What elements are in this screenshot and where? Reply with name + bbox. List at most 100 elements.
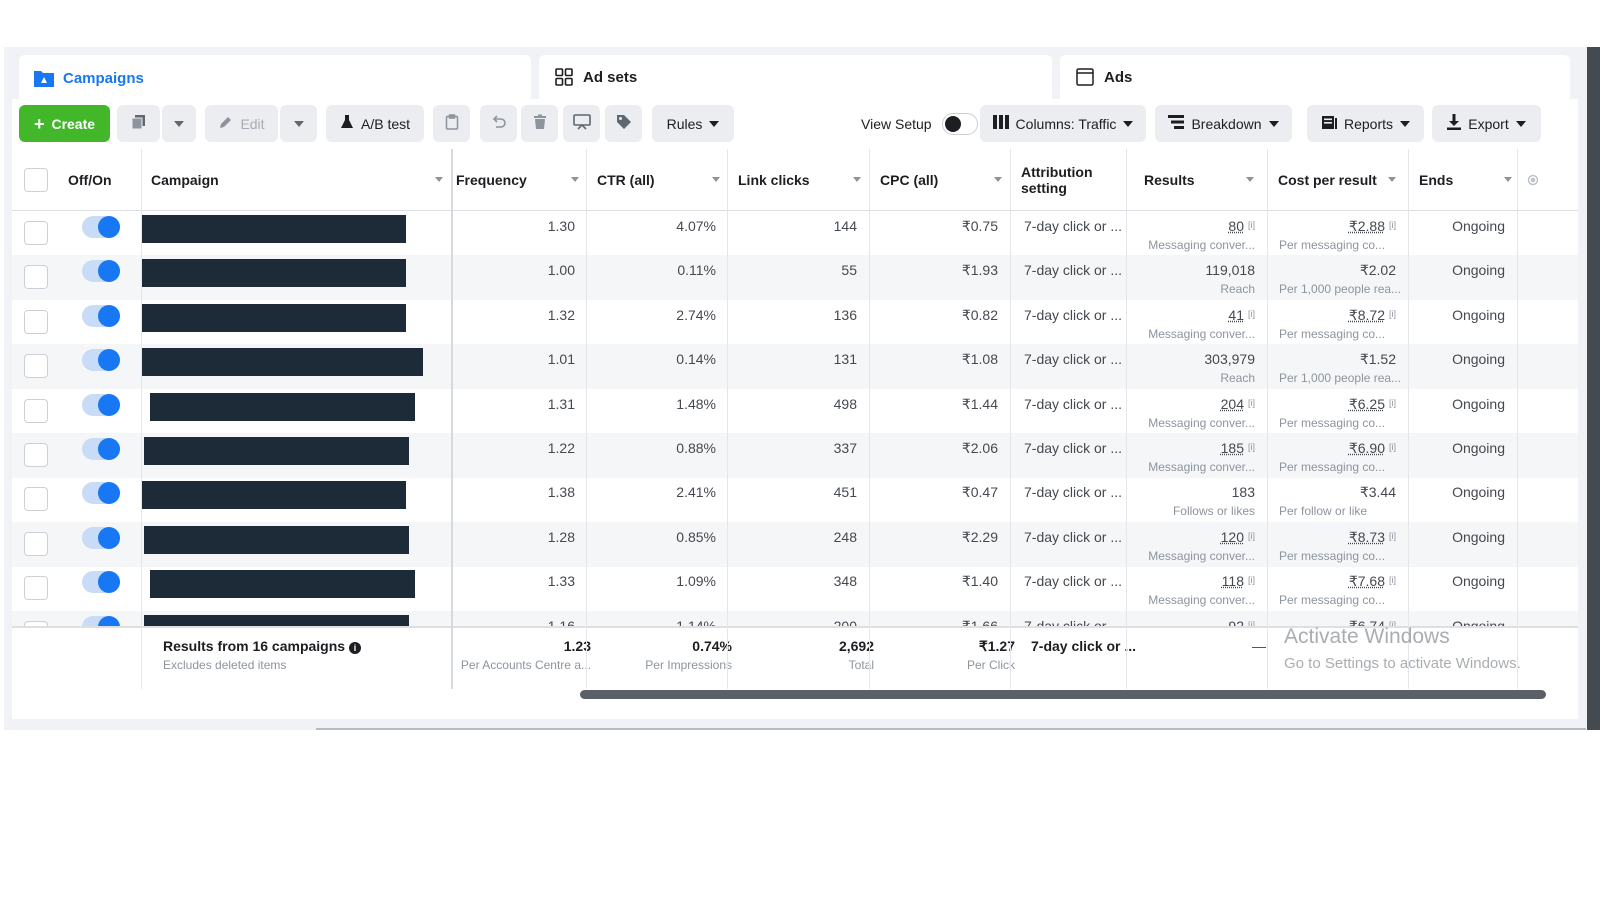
- row-checkbox[interactable]: [24, 309, 48, 334]
- edit-button[interactable]: Edit: [205, 105, 278, 142]
- info-icon[interactable]: [i]: [1248, 309, 1255, 319]
- cost-value-wrap: ₹7.68 [i]: [1349, 573, 1396, 590]
- delete-button[interactable]: [521, 105, 558, 142]
- header-link-clicks[interactable]: Link clicks: [738, 149, 869, 211]
- table-row[interactable]: 1.30 4.07% 144 ₹0.75 7-day click or ... 80 [i]…: [12, 211, 1578, 256]
- row-checkbox[interactable]: [24, 265, 48, 290]
- table-row[interactable]: 1.32 2.74% 136 ₹0.82 7-day click or ... 41 [i]…: [12, 300, 1578, 345]
- table-row[interactable]: 1.28 0.85% 248 ₹2.29 7-day click or ... 120 [i…: [12, 521, 1578, 567]
- select-all-checkbox[interactable]: [24, 168, 48, 192]
- redacted-campaign-name: [141, 481, 406, 510]
- footer-label: Results from 16 campaigns i: [163, 638, 362, 654]
- header-cpc[interactable]: CPC (all): [880, 149, 1010, 211]
- row-checkbox[interactable]: [24, 354, 48, 379]
- columns-button[interactable]: Columns: Traffic: [980, 105, 1146, 142]
- info-icon[interactable]: [i]: [1389, 309, 1396, 319]
- info-icon[interactable]: i: [349, 642, 362, 654]
- reports-button[interactable]: Reports: [1307, 105, 1424, 142]
- rules-button[interactable]: Rules: [652, 105, 734, 142]
- row-checkbox[interactable]: [24, 398, 48, 423]
- header-ends[interactable]: Ends: [1419, 149, 1520, 211]
- tab-ad-sets[interactable]: Ad sets: [539, 55, 1052, 99]
- row-checkbox[interactable]: [24, 531, 48, 556]
- cell-cpc: ₹1.44: [880, 389, 1010, 434]
- results-value-wrap: 80 [i]: [1228, 218, 1255, 234]
- info-icon[interactable]: [i]: [1248, 398, 1255, 408]
- export-button[interactable]: Export: [1432, 105, 1541, 142]
- pencil-icon: [218, 115, 233, 133]
- redacted-campaign-name: [141, 348, 423, 377]
- campaign-toggle[interactable]: [82, 438, 120, 460]
- tag-button[interactable]: [605, 105, 642, 142]
- frequency-value: 1.22: [547, 440, 575, 456]
- cell-attribution: 7-day click or ...: [1012, 522, 1126, 567]
- duplicate-button[interactable]: [117, 105, 160, 142]
- create-button[interactable]: + Create: [19, 105, 110, 142]
- campaign-toggle[interactable]: [82, 304, 120, 327]
- tab-campaigns[interactable]: Campaigns: [19, 55, 531, 101]
- ab-test-button[interactable]: A/B test: [326, 105, 424, 142]
- info-icon[interactable]: [i]: [1389, 220, 1396, 230]
- undo-button[interactable]: [480, 105, 517, 142]
- campaign-toggle[interactable]: [82, 260, 120, 283]
- window-edge: [1587, 47, 1600, 730]
- campaign-toggle[interactable]: [82, 393, 120, 416]
- column-settings-icon[interactable]: [1527, 149, 1547, 211]
- cost-value-wrap: ₹8.73 [i]: [1349, 529, 1396, 546]
- view-setup-toggle[interactable]: View Setup: [861, 105, 978, 142]
- campaign-toggle[interactable]: [82, 349, 120, 372]
- attribution-value: 7-day click or ...: [1024, 440, 1123, 456]
- campaign-toggle[interactable]: [82, 526, 120, 549]
- breakdown-button[interactable]: Breakdown: [1155, 105, 1292, 142]
- clipboard-button[interactable]: [433, 105, 470, 142]
- row-checkbox[interactable]: [24, 576, 48, 601]
- header-offon[interactable]: Off/On: [68, 149, 148, 211]
- header-campaign[interactable]: Campaign: [151, 149, 451, 211]
- row-checkbox[interactable]: [24, 443, 48, 467]
- table-row[interactable]: 1.33 1.09% 348 ₹1.40 7-day click or ... 118 [i…: [12, 566, 1578, 611]
- info-icon[interactable]: [i]: [1248, 531, 1255, 541]
- duplicate-icon: [131, 114, 147, 133]
- table-row[interactable]: 1.01 0.14% 131 ₹1.08 7-day click or ... 303,9…: [12, 344, 1578, 390]
- table-row[interactable]: 1.00 0.11% 55 ₹1.93 7-day click or ... 119,01…: [12, 255, 1578, 301]
- edit-dropdown-button[interactable]: [280, 105, 317, 142]
- row-checkbox[interactable]: [24, 487, 48, 512]
- campaign-toggle[interactable]: [82, 482, 120, 505]
- preview-button[interactable]: [563, 105, 600, 142]
- ctr-value: 0.88%: [676, 440, 716, 456]
- table-row[interactable]: 1.22 0.88% 337 ₹2.06 7-day click or ... 185 [i…: [12, 433, 1578, 478]
- info-icon[interactable]: [i]: [1389, 531, 1396, 541]
- info-icon[interactable]: [i]: [1248, 575, 1255, 585]
- info-icon[interactable]: [i]: [1389, 442, 1396, 452]
- tab-ads[interactable]: Ads: [1060, 55, 1570, 99]
- column-divider: [141, 149, 142, 689]
- view-setup-switch[interactable]: [941, 112, 978, 135]
- header-cost-per-result[interactable]: Cost per result: [1278, 149, 1404, 211]
- attribution-value: 7-day click or ...: [1024, 351, 1123, 368]
- footer-results: —: [1137, 628, 1278, 691]
- header-results[interactable]: Results: [1144, 149, 1262, 211]
- cell-link-clicks: 498: [738, 389, 869, 434]
- horizontal-scrollbar[interactable]: [580, 690, 1546, 699]
- header-attribution[interactable]: Attribution setting: [1021, 149, 1121, 211]
- link-clicks-value: 55: [841, 262, 857, 279]
- info-icon[interactable]: [i]: [1248, 442, 1255, 452]
- info-icon[interactable]: [i]: [1248, 220, 1255, 230]
- row-checkbox[interactable]: [24, 221, 48, 245]
- column-divider: [869, 149, 870, 689]
- info-icon[interactable]: [i]: [1389, 398, 1396, 408]
- campaign-toggle[interactable]: [82, 571, 120, 594]
- info-icon[interactable]: [i]: [1389, 575, 1396, 585]
- campaign-toggle[interactable]: [82, 216, 120, 238]
- table-row[interactable]: 1.31 1.48% 498 ₹1.44 7-day click or ... 204 [i…: [12, 389, 1578, 434]
- cell-ctr: 4.07%: [597, 211, 728, 256]
- cost-value: ₹6.90: [1348, 440, 1385, 456]
- header-frequency[interactable]: Frequency: [456, 149, 587, 211]
- cell-frequency: 1.31: [456, 389, 587, 434]
- cell-ends: Ongoing: [1408, 300, 1517, 345]
- duplicate-dropdown-button[interactable]: [162, 105, 196, 142]
- table-row[interactable]: 1.38 2.41% 451 ₹0.47 7-day click or ... 183 Fo…: [12, 477, 1578, 522]
- header-ctr[interactable]: CTR (all): [597, 149, 728, 211]
- attribution-value: 7-day click or ...: [1024, 528, 1123, 545]
- footer-link-clicks-sub: Total: [848, 658, 874, 672]
